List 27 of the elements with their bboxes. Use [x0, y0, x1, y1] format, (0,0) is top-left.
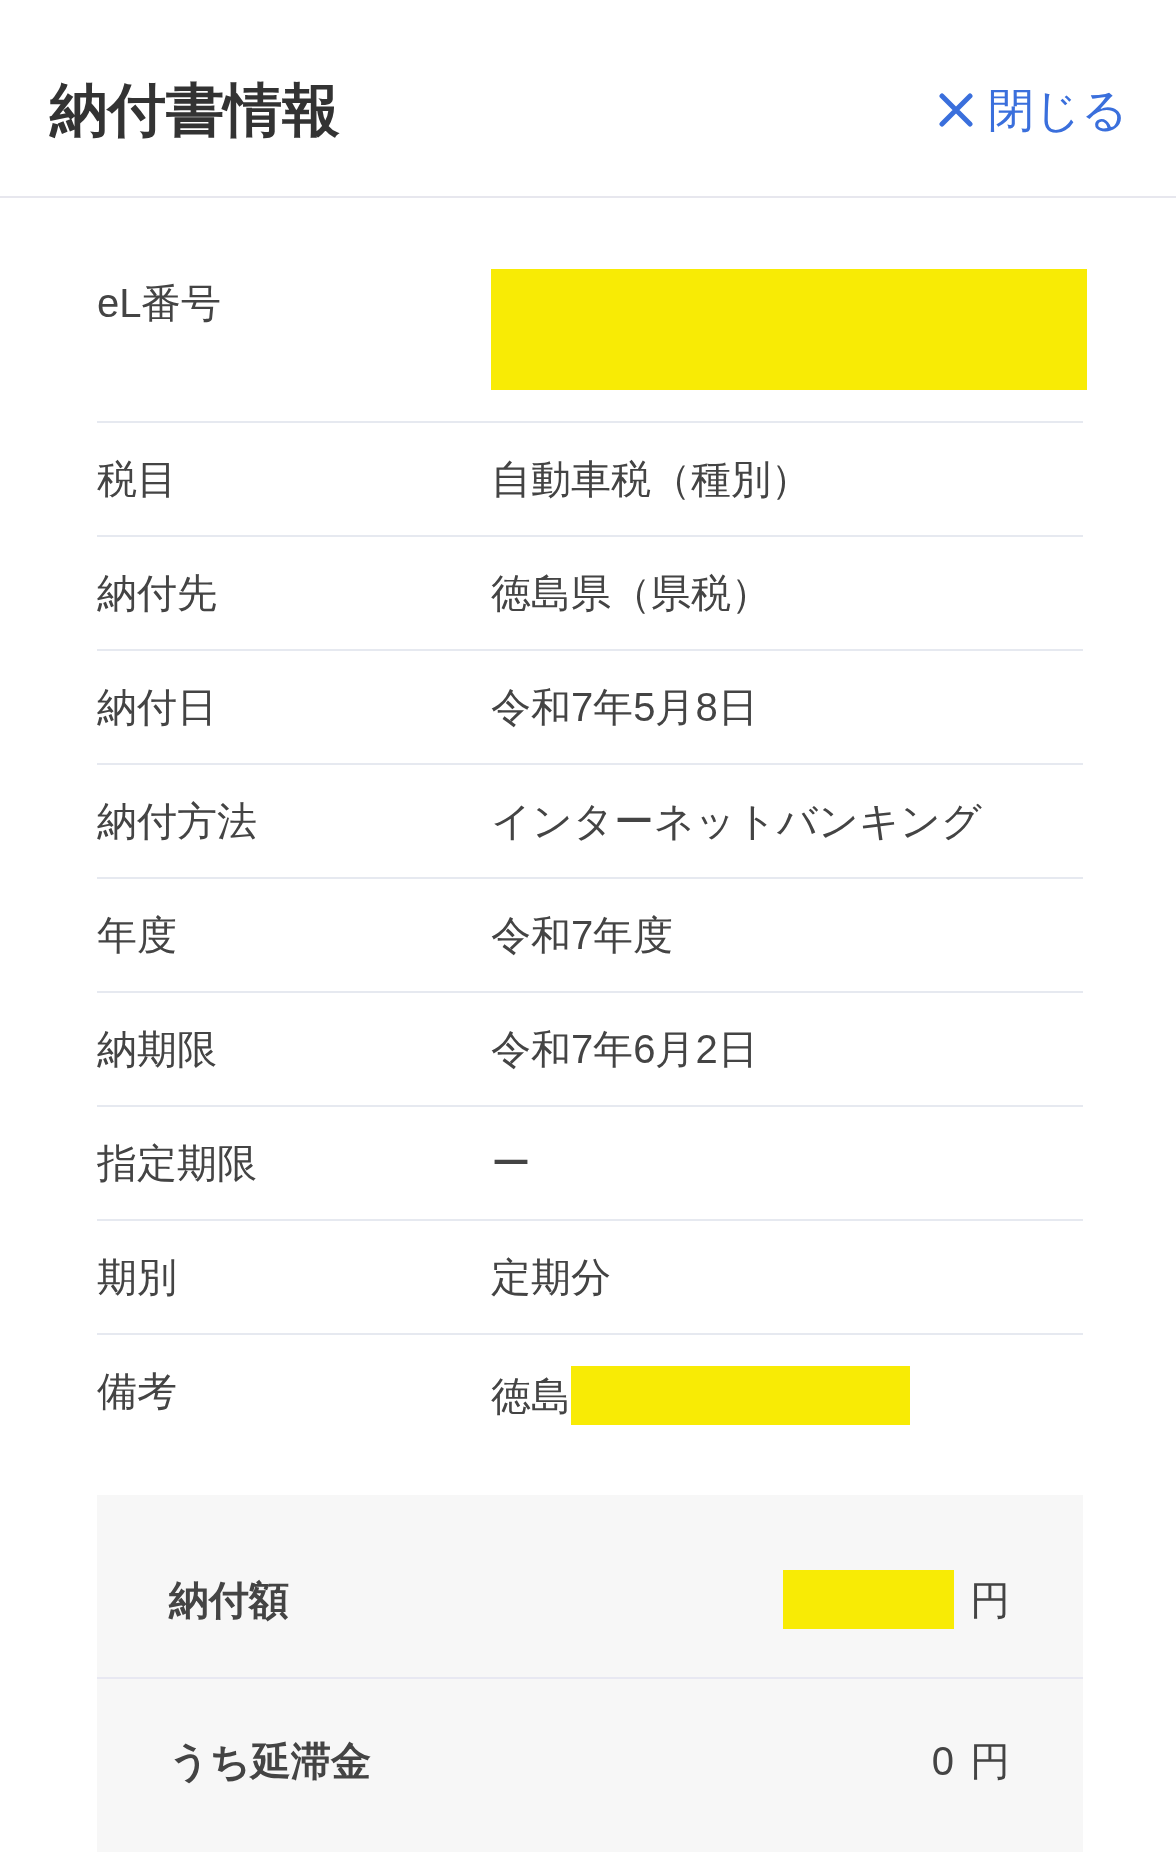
summary-label: 納付額	[169, 1576, 289, 1624]
field-value: ー	[491, 1140, 531, 1187]
page-title: 納付書情報	[50, 76, 340, 144]
field-label: 年度	[97, 912, 178, 959]
summary-label: うち延滞金	[169, 1738, 371, 1785]
close-button[interactable]: 閉じる	[939, 82, 1128, 138]
field-label: 納付日	[97, 684, 218, 731]
field-value: 徳島	[491, 1372, 571, 1420]
field-label: 期別	[97, 1254, 178, 1301]
field-value: 令和7年5月8日	[491, 684, 758, 731]
summary-amount: 0	[931, 1738, 954, 1785]
field-label: 備考	[97, 1368, 178, 1415]
field-label: 税目	[97, 456, 178, 503]
field-label: 指定期限	[97, 1140, 258, 1187]
currency-unit: 円	[970, 1738, 1010, 1785]
currency-unit: 円	[970, 1576, 1010, 1624]
field-label: 納付先	[97, 570, 218, 617]
field-value: インターネットバンキング	[491, 798, 982, 845]
field-label: 納期限	[97, 1026, 218, 1073]
field-value: 令和7年度	[491, 912, 674, 959]
close-icon	[939, 93, 973, 127]
field-value: 定期分	[491, 1254, 611, 1301]
field-value: 自動車税（種別）	[491, 456, 811, 503]
field-value: 徳島県（県税）	[491, 570, 771, 617]
field-label: 納付方法	[97, 798, 258, 845]
field-label: eL番号	[97, 280, 223, 327]
field-value: 令和7年6月2日	[491, 1026, 758, 1073]
